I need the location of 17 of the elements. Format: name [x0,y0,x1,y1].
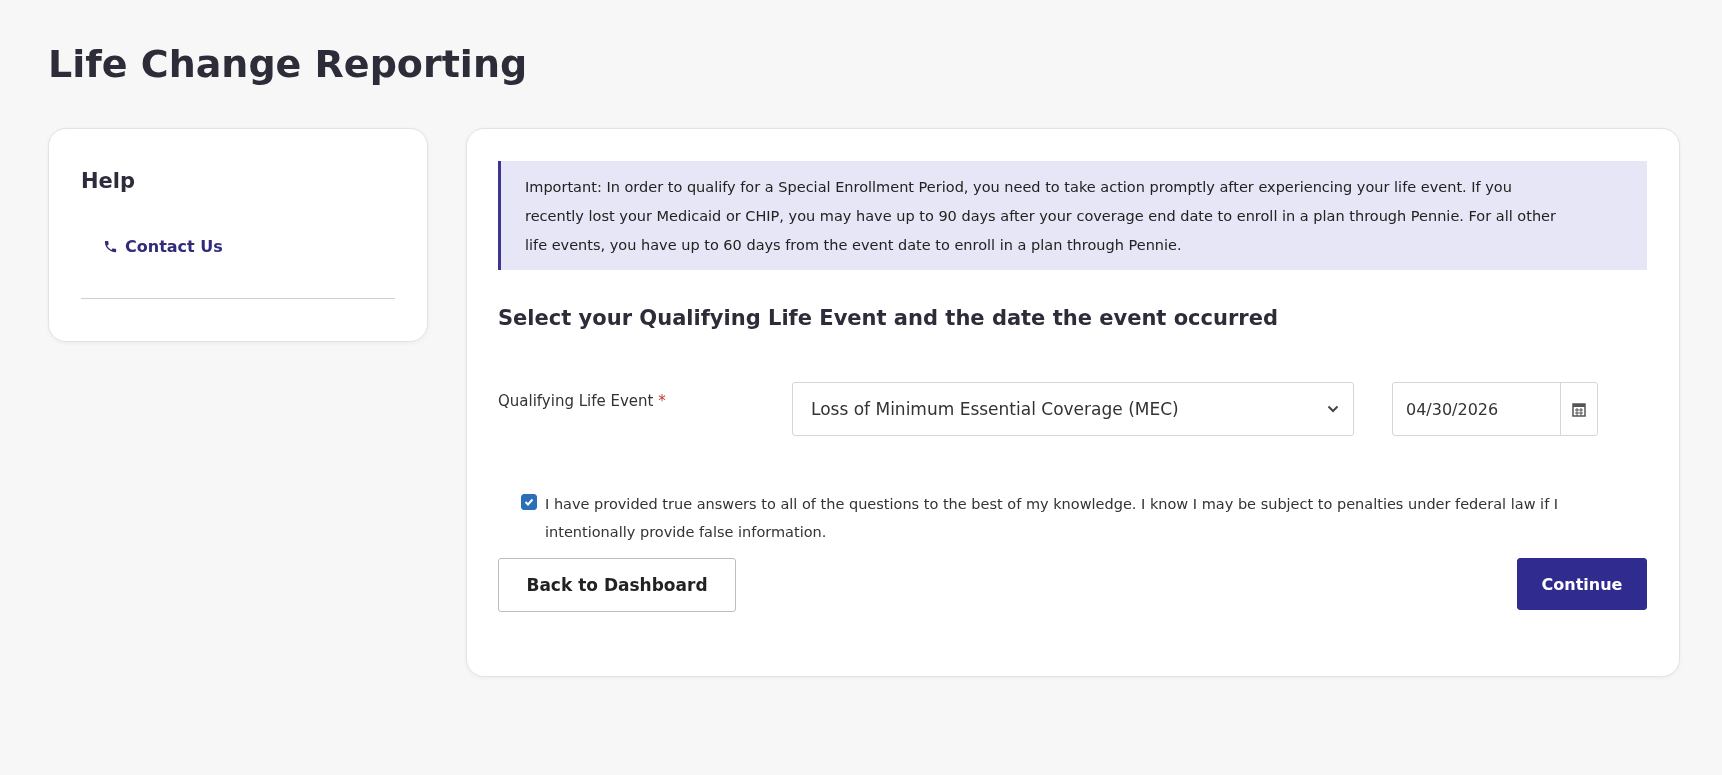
event-dropdown[interactable]: Loss of Minimum Essential Coverage (MEC) [792,382,1354,436]
field-label: Qualifying Life Event * [498,391,667,410]
page-title: Life Change Reporting [48,42,528,86]
back-button[interactable]: Back to Dashboard [498,558,736,612]
phone-icon [103,239,118,254]
date-field[interactable]: 04/30/2026 [1392,382,1598,436]
help-title: Help [81,169,136,193]
section-heading: Select your Qualifying Life Event and the date the event occurred [498,306,1278,330]
check-icon [524,497,534,507]
required-mark: * [658,392,666,410]
calendar-icon[interactable] [1572,401,1586,417]
contact-link[interactable]: Contact Us [103,237,223,256]
checkbox[interactable] [521,494,537,510]
notice-text: Important: In order to qualify for a Special Enrollment Period, you need to take action promptly after experiencing your life event. If you recently lost your Medicaid or CHIP, you may have up to 90 days after your coverage end date to enroll in a plan through Pennie. For all other life events, you have up to 60 days from the event date to enroll in a plan through Pennie. [498,161,1647,270]
attestation-text: I have provided true answers to all of the questions to the best of my knowledge. I know I may be subject to penalties under federal law if I intentionally provide false information. [545,495,1560,542]
chevron-down-icon [1327,405,1339,413]
continue-button[interactable]: Continue [1517,558,1647,610]
